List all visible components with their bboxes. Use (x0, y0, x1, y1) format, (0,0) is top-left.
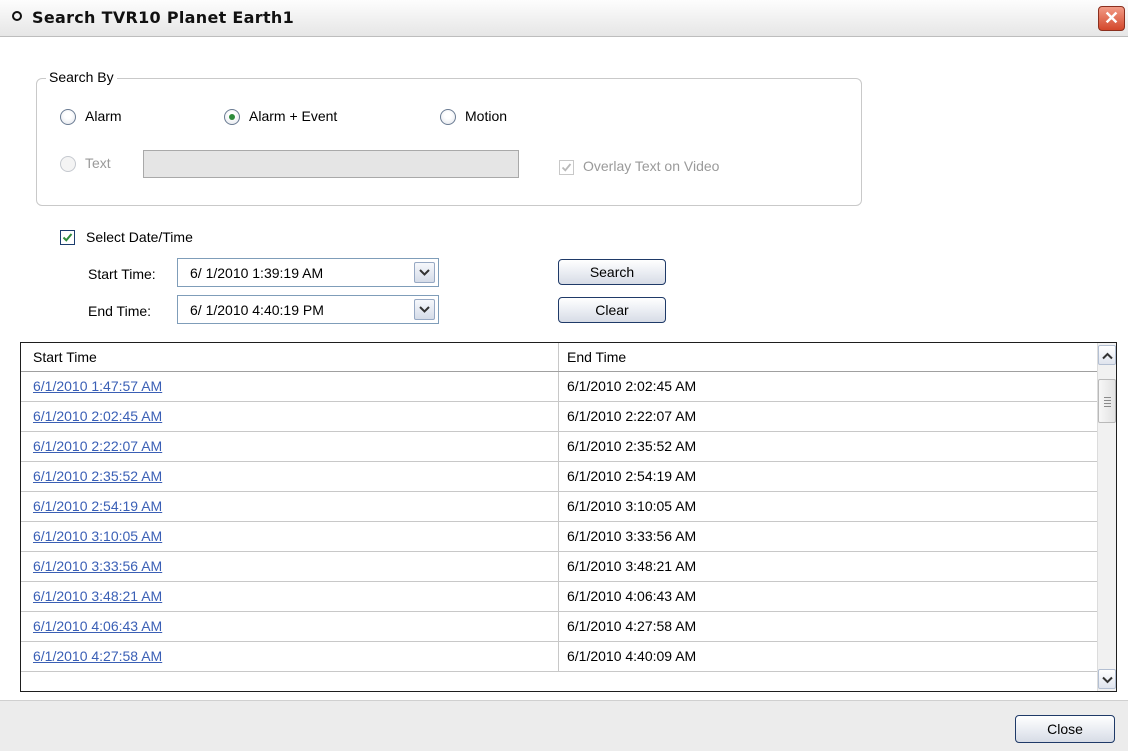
table-row: 6/1/2010 1:47:57 AM 6/1/2010 2:02:45 AM (21, 372, 1097, 402)
close-window-button[interactable]: ✕ (1098, 6, 1125, 31)
start-time-link[interactable]: 6/1/2010 3:10:05 AM (33, 528, 162, 544)
text-radio-label: Text (85, 155, 111, 171)
scroll-down-button[interactable] (1098, 669, 1116, 689)
end-time-cell: 6/1/2010 2:54:19 AM (567, 468, 697, 484)
title-bar: Search TVR10 Planet Earth1 ✕ (0, 0, 1128, 37)
end-time-cell: 6/1/2010 3:10:05 AM (567, 498, 697, 514)
text-radio[interactable] (60, 156, 76, 172)
search-by-legend: Search By (46, 69, 117, 85)
end-time-picker[interactable]: 6/ 1/2010 4:40:19 PM (177, 295, 439, 324)
search-by-group (36, 78, 862, 206)
start-time-link[interactable]: 6/1/2010 2:22:07 AM (33, 438, 162, 454)
start-time-cell: 6/1/2010 3:33:56 AM (21, 552, 559, 581)
scroll-thumb[interactable] (1098, 379, 1116, 423)
end-time-dropdown-button[interactable] (414, 299, 435, 320)
chevron-down-icon (419, 306, 430, 313)
dialog-footer (0, 700, 1128, 751)
start-time-cell: 6/1/2010 3:10:05 AM (21, 522, 559, 551)
end-time-value: 6/ 1/2010 4:40:19 PM (190, 302, 324, 318)
results-table: Start Time End Time 6/1/2010 1:47:57 AM 6… (20, 342, 1117, 692)
end-time-cell: 6/1/2010 2:35:52 AM (567, 438, 697, 454)
table-row: 6/1/2010 2:22:07 AM 6/1/2010 2:35:52 AM (21, 432, 1097, 462)
overlay-text-label: Overlay Text on Video (583, 158, 720, 174)
chevron-up-icon (1102, 352, 1113, 360)
alarm-radio-label[interactable]: Alarm (85, 108, 122, 124)
start-time-link[interactable]: 6/1/2010 2:54:19 AM (33, 498, 162, 514)
chevron-down-icon (419, 269, 430, 276)
start-time-cell: 6/1/2010 3:48:21 AM (21, 582, 559, 611)
vertical-scrollbar[interactable] (1097, 343, 1116, 691)
start-time-dropdown-button[interactable] (414, 262, 435, 283)
start-time-cell: 6/1/2010 4:06:43 AM (21, 612, 559, 641)
table-row: 6/1/2010 3:10:05 AM 6/1/2010 3:33:56 AM (21, 522, 1097, 552)
start-time-cell: 6/1/2010 2:02:45 AM (21, 402, 559, 431)
overlay-text-checkbox[interactable] (559, 160, 574, 175)
motion-radio[interactable] (440, 109, 456, 125)
table-row: 6/1/2010 2:54:19 AM 6/1/2010 3:10:05 AM (21, 492, 1097, 522)
end-time-column-header[interactable]: End Time (559, 343, 1097, 371)
end-time-cell: 6/1/2010 3:48:21 AM (567, 558, 697, 574)
start-time-value: 6/ 1/2010 1:39:19 AM (190, 265, 324, 281)
clear-button[interactable]: Clear (558, 297, 666, 323)
start-time-link[interactable]: 6/1/2010 4:06:43 AM (33, 618, 162, 634)
app-icon (12, 11, 22, 21)
start-time-cell: 6/1/2010 2:22:07 AM (21, 432, 559, 461)
start-time-link[interactable]: 6/1/2010 1:47:57 AM (33, 378, 162, 394)
select-date-time-checkbox[interactable] (60, 230, 75, 245)
table-row: 6/1/2010 2:35:52 AM 6/1/2010 2:54:19 AM (21, 462, 1097, 492)
table-row: 6/1/2010 4:06:43 AM 6/1/2010 4:27:58 AM (21, 612, 1097, 642)
end-time-cell: 6/1/2010 2:22:07 AM (567, 408, 697, 424)
table-header: Start Time End Time (21, 343, 1097, 372)
start-time-cell: 6/1/2010 1:47:57 AM (21, 372, 559, 401)
start-time-cell: 6/1/2010 2:54:19 AM (21, 492, 559, 521)
motion-radio-label[interactable]: Motion (465, 108, 507, 124)
table-row: 6/1/2010 3:33:56 AM 6/1/2010 3:48:21 AM (21, 552, 1097, 582)
start-time-cell: 6/1/2010 2:35:52 AM (21, 462, 559, 491)
scroll-up-button[interactable] (1098, 345, 1116, 365)
alarm-event-radio[interactable] (224, 109, 240, 125)
alarm-radio[interactable] (60, 109, 76, 125)
table-row: 6/1/2010 2:02:45 AM 6/1/2010 2:22:07 AM (21, 402, 1097, 432)
end-time-cell: 6/1/2010 4:40:09 AM (567, 648, 697, 664)
start-time-link[interactable]: 6/1/2010 2:35:52 AM (33, 468, 162, 484)
start-time-label: Start Time: (88, 266, 156, 282)
window-title: Search TVR10 Planet Earth1 (32, 8, 295, 27)
alarm-event-radio-label[interactable]: Alarm + Event (249, 108, 337, 124)
start-time-column-header[interactable]: Start Time (21, 343, 559, 371)
end-time-cell: 6/1/2010 2:02:45 AM (567, 378, 697, 394)
end-time-cell: 6/1/2010 4:27:58 AM (567, 618, 697, 634)
search-dialog: Search TVR10 Planet Earth1 ✕ Search By A… (0, 0, 1128, 751)
close-button[interactable]: Close (1015, 715, 1115, 743)
select-date-time-label: Select Date/Time (86, 229, 193, 245)
end-time-cell: 6/1/2010 3:33:56 AM (567, 528, 697, 544)
search-button[interactable]: Search (558, 259, 666, 285)
text-search-field[interactable] (143, 150, 519, 178)
start-time-picker[interactable]: 6/ 1/2010 1:39:19 AM (177, 258, 439, 287)
end-time-label: End Time: (88, 303, 152, 319)
start-time-link[interactable]: 6/1/2010 3:33:56 AM (33, 558, 162, 574)
start-time-link[interactable]: 6/1/2010 4:27:58 AM (33, 648, 162, 664)
table-row: 6/1/2010 4:27:58 AM 6/1/2010 4:40:09 AM (21, 642, 1097, 672)
start-time-link[interactable]: 6/1/2010 3:48:21 AM (33, 588, 162, 604)
start-time-cell: 6/1/2010 4:27:58 AM (21, 642, 559, 671)
end-time-cell: 6/1/2010 4:06:43 AM (567, 588, 697, 604)
chevron-down-icon (1102, 676, 1113, 684)
table-row: 6/1/2010 3:48:21 AM 6/1/2010 4:06:43 AM (21, 582, 1097, 612)
start-time-link[interactable]: 6/1/2010 2:02:45 AM (33, 408, 162, 424)
